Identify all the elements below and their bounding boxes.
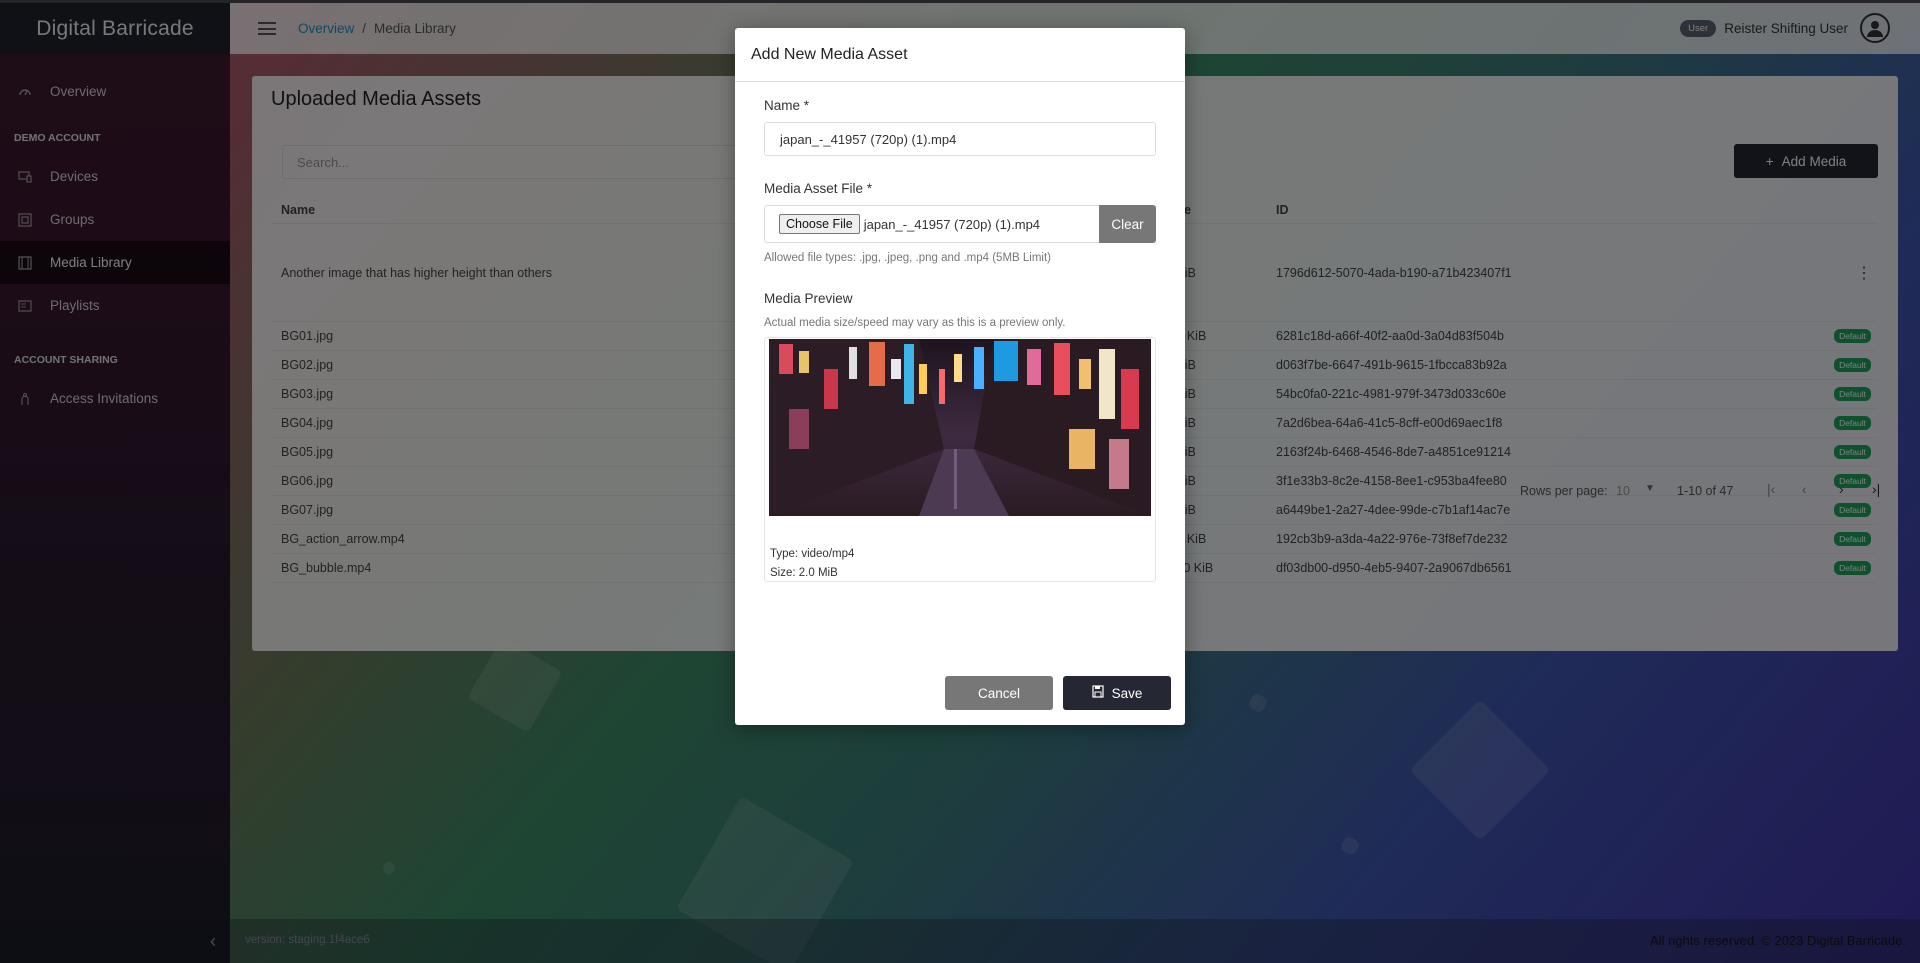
selected-file-name: japan_-_41957 (720p) (1).mp4 <box>863 216 1041 232</box>
video-preview[interactable] <box>769 339 1151 516</box>
file-picker[interactable]: Choose File japan_-_41957 (720p) (1).mp4 <box>764 205 1099 243</box>
save-button[interactable]: Save <box>1063 676 1171 710</box>
media-type: Type: video/mp4 <box>770 548 855 560</box>
clear-button[interactable]: Clear <box>1099 205 1156 243</box>
save-label: Save <box>1111 685 1143 701</box>
choose-file-button[interactable]: Choose File <box>779 214 860 234</box>
name-label: Name * <box>764 98 810 113</box>
preview-help: Actual media size/speed may vary as this… <box>764 317 1066 329</box>
save-icon <box>1092 685 1104 701</box>
media-size: Size: 2.0 MiB <box>770 567 838 579</box>
modal-title: Add New Media Asset <box>735 28 1185 82</box>
allowed-types-help: Allowed file types: .jpg, .jpeg, .png an… <box>764 252 1052 264</box>
add-media-modal: Add New Media Asset Name * japan_-_41957… <box>735 28 1185 725</box>
file-input: Choose File japan_-_41957 (720p) (1).mp4… <box>764 205 1156 243</box>
cancel-button[interactable]: Cancel <box>945 676 1053 710</box>
media-preview: Type: video/mp4 Size: 2.0 MiB <box>764 337 1156 582</box>
preview-label: Media Preview <box>764 291 853 306</box>
file-label: Media Asset File * <box>764 181 873 196</box>
name-field[interactable]: japan_-_41957 (720p) (1).mp4 <box>764 122 1156 156</box>
